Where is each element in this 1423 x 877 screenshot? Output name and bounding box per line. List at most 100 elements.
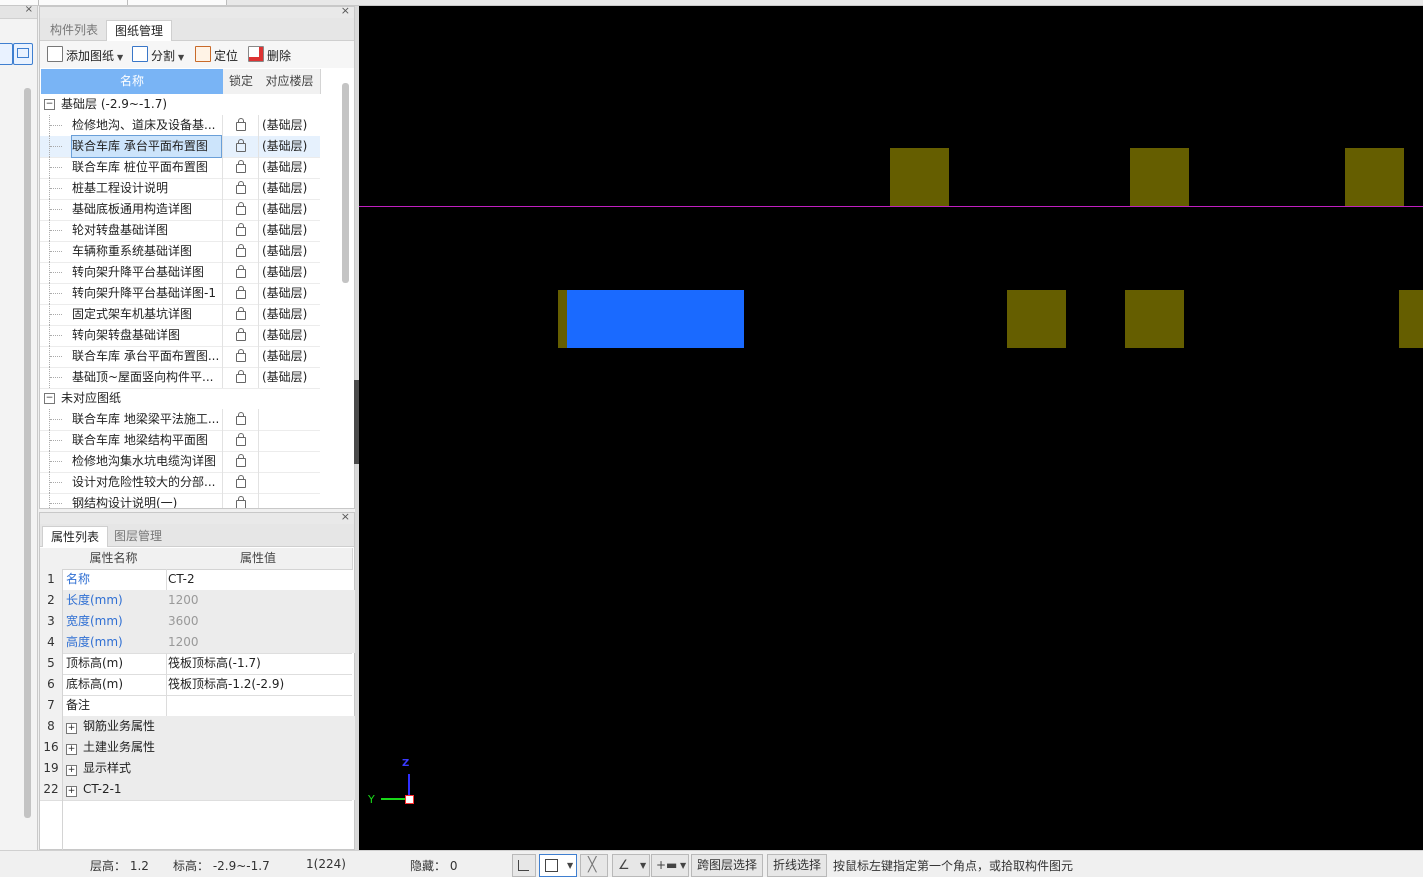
- lock-cell[interactable]: [222, 367, 259, 388]
- list-item[interactable]: 联合车库 承台平面布置图 (基础层): [40, 135, 320, 158]
- list-item[interactable]: 联合车库 桩位平面布置图 (基础层): [40, 157, 320, 179]
- list-item[interactable]: 转向架升降平台基础详图 (基础层): [40, 262, 320, 284]
- chevron-down-icon[interactable]: ▼: [567, 855, 573, 876]
- pile-cap-element[interactable]: [1007, 290, 1066, 348]
- list-item[interactable]: 设计对危险性较大的分部...: [40, 472, 320, 494]
- lock-cell[interactable]: [222, 136, 259, 157]
- column-header-property-value[interactable]: 属性值: [164, 548, 353, 570]
- angle-button[interactable]: ∠ ▼: [612, 854, 650, 877]
- list-item[interactable]: 基础底板通用构造详图 (基础层): [40, 199, 320, 221]
- lock-icon[interactable]: [236, 307, 246, 320]
- pile-cap-element[interactable]: [1345, 148, 1404, 206]
- expand-icon[interactable]: +: [66, 744, 77, 755]
- lock-icon[interactable]: [236, 349, 246, 362]
- scrollbar[interactable]: [24, 88, 31, 818]
- lock-cell[interactable]: [222, 430, 259, 451]
- column-header-lock[interactable]: 锁定: [223, 69, 260, 94]
- property-value[interactable]: 筏板顶标高-1.2(-2.9): [164, 674, 356, 695]
- table-row[interactable]: 6 底标高(m) 筏板顶标高-1.2(-2.9): [40, 674, 352, 696]
- property-value[interactable]: 筏板顶标高(-1.7): [164, 653, 356, 674]
- table-row[interactable]: 2 长度(mm) 1200: [40, 590, 356, 612]
- ortho-toggle-button[interactable]: [512, 854, 536, 877]
- list-item[interactable]: 联合车库 承台平面布置图... (基础层): [40, 346, 320, 368]
- expand-icon[interactable]: +: [66, 765, 77, 776]
- table-row[interactable]: 1 名称 CT-2: [40, 569, 352, 591]
- property-group[interactable]: + 显示样式: [63, 758, 167, 779]
- close-icon[interactable]: ×: [341, 4, 350, 17]
- close-icon[interactable]: ×: [25, 4, 33, 15]
- lock-icon[interactable]: [236, 160, 246, 173]
- add-drawing-button[interactable]: 添加图纸 ▼: [47, 46, 123, 64]
- property-value[interactable]: 1200: [164, 590, 356, 611]
- lock-icon[interactable]: [236, 496, 246, 508]
- lock-icon[interactable]: [236, 370, 246, 383]
- table-row[interactable]: 19 + 显示样式: [40, 758, 356, 780]
- pile-cap-element[interactable]: [1130, 148, 1189, 206]
- lock-cell[interactable]: [222, 346, 259, 367]
- table-row[interactable]: 16 + 土建业务属性: [40, 737, 356, 759]
- lock-icon[interactable]: [236, 328, 246, 341]
- tab-property-list[interactable]: 属性列表: [42, 526, 109, 547]
- property-value[interactable]: [164, 695, 356, 716]
- column-header-name[interactable]: 名称: [41, 69, 224, 94]
- lock-icon[interactable]: [236, 244, 246, 257]
- expand-icon[interactable]: +: [66, 786, 77, 797]
- lock-cell[interactable]: [222, 199, 259, 220]
- lock-icon[interactable]: [236, 118, 246, 131]
- lock-cell[interactable]: [222, 451, 259, 472]
- collapse-icon[interactable]: −: [44, 99, 55, 110]
- lock-cell[interactable]: [222, 493, 259, 508]
- list-item[interactable]: 检修地沟、道床及设备基... (基础层): [40, 115, 320, 137]
- top-tab-stub[interactable]: [128, 0, 227, 5]
- locate-button[interactable]: 定位: [195, 46, 238, 64]
- list-item[interactable]: 桩基工程设计说明 (基础层): [40, 178, 320, 200]
- property-value[interactable]: 3600: [164, 611, 356, 632]
- table-row[interactable]: 8 + 钢筋业务属性: [40, 716, 356, 738]
- lock-cell[interactable]: [222, 115, 259, 136]
- scrollbar[interactable]: [342, 83, 349, 283]
- split-button[interactable]: 分割 ▼: [132, 46, 184, 64]
- expand-icon[interactable]: +: [66, 723, 77, 734]
- view-toggle-button[interactable]: [0, 43, 13, 65]
- table-row[interactable]: 4 高度(mm) 1200: [40, 632, 356, 654]
- lock-cell[interactable]: [222, 178, 259, 199]
- lock-cell[interactable]: [222, 304, 259, 325]
- table-row[interactable]: 22 + CT-2-1: [40, 779, 356, 801]
- lock-icon[interactable]: [236, 454, 246, 467]
- snap-mode-button[interactable]: ▼: [539, 854, 577, 877]
- list-view-button[interactable]: [13, 43, 33, 65]
- column-header-property-name[interactable]: 属性名称: [63, 548, 165, 570]
- property-group[interactable]: + 钢筋业务属性: [63, 716, 167, 737]
- drawing-canvas[interactable]: Y Z: [359, 6, 1423, 850]
- lock-cell[interactable]: [222, 325, 259, 346]
- property-value[interactable]: CT-2: [164, 569, 356, 590]
- column-header-floor[interactable]: 对应楼层: [259, 69, 321, 94]
- selected-pile-cap-element[interactable]: [567, 290, 744, 348]
- lock-cell[interactable]: [222, 157, 259, 178]
- lock-cell[interactable]: [222, 472, 259, 493]
- list-item[interactable]: 固定式架车机基坑详图 (基础层): [40, 304, 320, 326]
- polyline-select-button[interactable]: 折线选择: [767, 854, 828, 877]
- property-group[interactable]: + CT-2-1: [63, 779, 167, 800]
- chevron-down-icon[interactable]: ▼: [117, 53, 123, 62]
- list-item[interactable]: 联合车库 地梁梁平法施工...: [40, 409, 320, 431]
- table-row[interactable]: 7 备注: [40, 695, 352, 717]
- cross-select-button[interactable]: ╳: [580, 854, 608, 877]
- property-value[interactable]: 1200: [164, 632, 356, 653]
- lock-icon[interactable]: [236, 412, 246, 425]
- list-item[interactable]: 转向架升降平台基础详图-1 (基础层): [40, 283, 320, 305]
- pile-cap-element[interactable]: [890, 148, 949, 206]
- lock-cell[interactable]: [222, 262, 259, 283]
- pile-cap-element[interactable]: [1399, 290, 1423, 348]
- tab-layer-management[interactable]: 图层管理: [106, 526, 170, 546]
- chevron-down-icon[interactable]: ▼: [178, 53, 184, 62]
- pile-cap-element[interactable]: [1125, 290, 1184, 348]
- lock-cell[interactable]: [222, 283, 259, 304]
- lock-icon[interactable]: [236, 475, 246, 488]
- lock-icon[interactable]: [236, 181, 246, 194]
- tab-drawing-management[interactable]: 图纸管理: [106, 20, 173, 41]
- offset-button[interactable]: +▬ ▼: [651, 854, 689, 877]
- delete-button[interactable]: 删除: [248, 46, 291, 64]
- top-tab-stub[interactable]: [39, 0, 128, 5]
- tree-group[interactable]: − 基础层 (-2.9~-1.7): [40, 94, 320, 115]
